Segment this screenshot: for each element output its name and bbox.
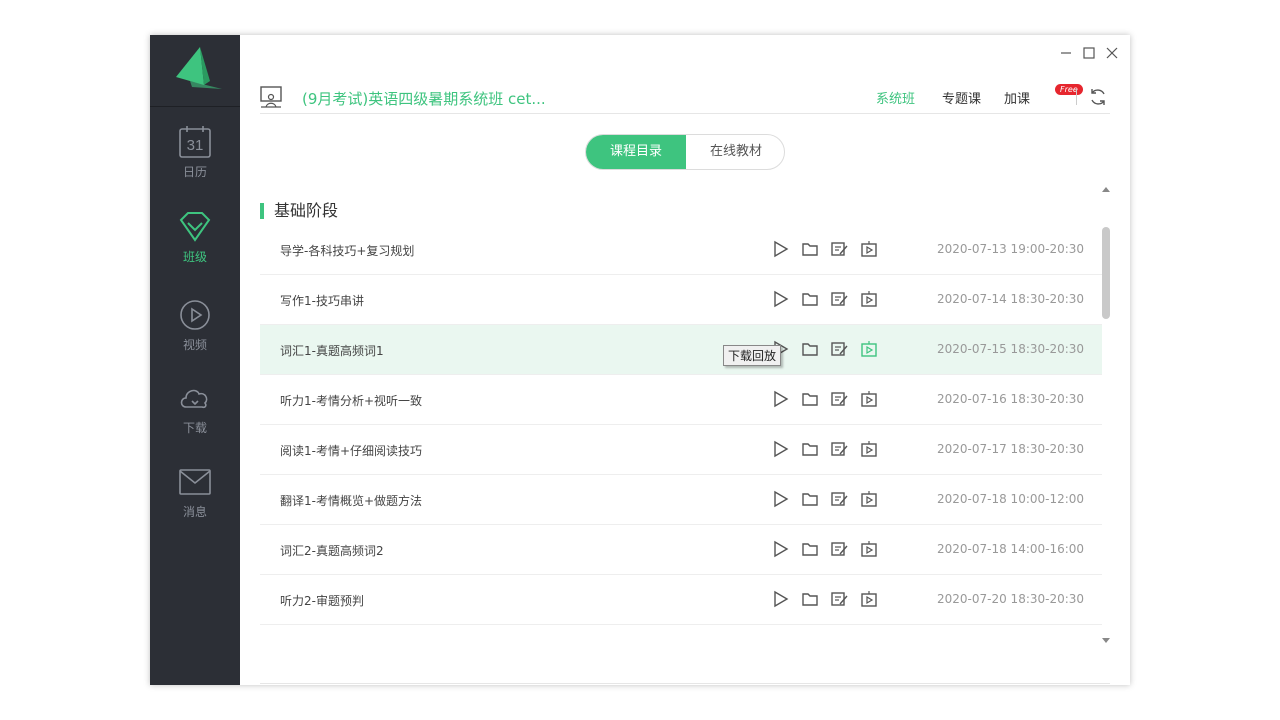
folder-icon[interactable] — [801, 340, 819, 358]
sidebar-item-calendar[interactable]: 31 日历 — [150, 125, 240, 195]
download-replay-icon[interactable] — [860, 290, 878, 308]
tab-system-class[interactable]: 系统班 — [876, 88, 915, 107]
download-replay-icon[interactable] — [860, 590, 878, 608]
divider — [260, 683, 1110, 684]
video-play-icon — [178, 298, 212, 332]
tab-course-catalog[interactable]: 课程目录 — [586, 135, 686, 169]
sidebar-item-label: 班级 — [183, 250, 207, 264]
sidebar-item-messages[interactable]: 消息 — [150, 465, 240, 535]
edit-notes-icon[interactable] — [830, 240, 848, 258]
sidebar-item-label: 消息 — [183, 505, 207, 519]
lesson-row[interactable]: 导学-各科技巧+复习规划 2020-07-13 19:00-20:30 — [260, 225, 1102, 275]
folder-icon[interactable] — [801, 440, 819, 458]
lesson-list: 导学-各科技巧+复习规划 2020-07-13 19:00-20:30 写作1-技巧… — [260, 225, 1102, 645]
edit-notes-icon[interactable] — [830, 390, 848, 408]
sidebar-item-label: 日历 — [183, 165, 207, 179]
edit-notes-icon[interactable] — [830, 290, 848, 308]
folder-icon[interactable] — [801, 590, 819, 608]
free-badge: Free — [1055, 84, 1083, 95]
edit-notes-icon[interactable] — [830, 440, 848, 458]
sidebar: 31 日历 班级 视频 下载 — [150, 35, 240, 685]
lesson-time: 2020-07-17 18:30-20:30 — [937, 442, 1084, 456]
sidebar-item-label: 下载 — [183, 421, 207, 435]
lesson-time: 2020-07-18 10:00-12:00 — [937, 492, 1084, 506]
folder-icon[interactable] — [801, 390, 819, 408]
lesson-name: 写作1-技巧串讲 — [280, 292, 364, 309]
folder-icon[interactable] — [801, 540, 819, 558]
course-header: (9月考试)英语四级暑期系统班 cet... 系统班 专题课 加课 Free — [260, 80, 1110, 114]
play-icon[interactable] — [772, 290, 790, 308]
edit-notes-icon[interactable] — [830, 490, 848, 508]
app-window: 31 日历 班级 视频 下载 — [150, 35, 1130, 685]
scrollbar-thumb[interactable] — [1102, 227, 1110, 319]
tab-topic-class[interactable]: 专题课 — [942, 88, 981, 107]
edit-notes-icon[interactable] — [830, 340, 848, 358]
lesson-row[interactable]: 词汇2-真题高频词2 2020-07-18 14:00-16:00 — [260, 525, 1102, 575]
play-icon[interactable] — [772, 390, 790, 408]
download-replay-icon[interactable] — [860, 540, 878, 558]
lesson-name: 听力1-考情分析+视听一致 — [280, 392, 422, 409]
divider — [1076, 89, 1077, 105]
lesson-time: 2020-07-13 19:00-20:30 — [937, 242, 1084, 256]
lesson-row[interactable]: 听力1-考情分析+视听一致 2020-07-16 18:30-20:30 — [260, 375, 1102, 425]
course-title: (9月考试)英语四级暑期系统班 cet... — [302, 88, 546, 109]
lesson-name: 听力2-审题预判 — [280, 592, 364, 609]
classroom-icon — [260, 85, 284, 109]
lesson-time: 2020-07-20 18:30-20:30 — [937, 592, 1084, 606]
download-replay-icon[interactable] — [860, 390, 878, 408]
sidebar-item-video[interactable]: 视频 — [150, 298, 240, 368]
lesson-time: 2020-07-14 18:30-20:30 — [937, 292, 1084, 306]
lesson-time: 2020-07-15 18:30-20:30 — [937, 342, 1084, 356]
play-icon[interactable] — [772, 540, 790, 558]
folder-icon[interactable] — [801, 290, 819, 308]
scrollbar[interactable] — [1102, 225, 1110, 645]
lesson-name: 词汇1-真题高频词1 — [280, 342, 384, 359]
download-replay-icon[interactable] — [860, 490, 878, 508]
folder-icon[interactable] — [801, 490, 819, 508]
play-icon[interactable] — [772, 490, 790, 508]
sidebar-item-download[interactable]: 下载 — [150, 381, 240, 451]
sidebar-item-label: 视频 — [183, 338, 207, 352]
edit-notes-icon[interactable] — [830, 540, 848, 558]
lesson-row[interactable]: 翻译1-考情概览+做题方法 2020-07-18 10:00-12:00 — [260, 475, 1102, 525]
tab-extra-class[interactable]: 加课 — [1004, 88, 1030, 107]
folder-icon[interactable] — [801, 240, 819, 258]
play-icon[interactable] — [772, 240, 790, 258]
lesson-name: 词汇2-真题高频词2 — [280, 542, 384, 559]
lesson-time: 2020-07-16 18:30-20:30 — [937, 392, 1084, 406]
lesson-row[interactable]: 写作1-技巧串讲 2020-07-14 18:30-20:30 — [260, 275, 1102, 325]
play-icon[interactable] — [772, 590, 790, 608]
sidebar-item-class[interactable]: 班级 — [150, 210, 240, 280]
play-icon[interactable] — [772, 440, 790, 458]
download-replay-icon[interactable] — [860, 240, 878, 258]
app-logo — [150, 35, 240, 107]
lesson-name: 导学-各科技巧+复习规划 — [280, 242, 414, 259]
lesson-name: 翻译1-考情概览+做题方法 — [280, 492, 422, 509]
maximize-icon[interactable] — [1081, 45, 1097, 61]
lesson-time: 2020-07-18 14:00-16:00 — [937, 542, 1084, 556]
lesson-name: 阅读1-考情+仔细阅读技巧 — [280, 442, 422, 459]
class-diamond-icon — [178, 210, 212, 244]
svg-text:31: 31 — [187, 137, 204, 154]
calendar-icon: 31 — [178, 125, 212, 159]
lesson-row[interactable]: 听力2-审题预判 2020-07-20 18:30-20:30 — [260, 575, 1102, 625]
download-replay-icon[interactable] — [860, 340, 878, 358]
download-replay-icon[interactable] — [860, 440, 878, 458]
lesson-row[interactable]: 词汇1-真题高频词1 2020-07-15 18:30-20:30 — [260, 325, 1102, 375]
cloud-download-icon — [178, 381, 212, 415]
close-icon[interactable] — [1104, 45, 1120, 61]
mail-icon — [178, 465, 212, 499]
main-panel: (9月考试)英语四级暑期系统班 cet... 系统班 专题课 加课 Free 课… — [240, 35, 1130, 685]
scroll-up-icon[interactable] — [1102, 186, 1110, 192]
edit-notes-icon[interactable] — [830, 590, 848, 608]
scroll-down-icon[interactable] — [1102, 638, 1110, 644]
lesson-row[interactable]: 阅读1-考情+仔细阅读技巧 2020-07-17 18:30-20:30 — [260, 425, 1102, 475]
refresh-icon[interactable] — [1088, 87, 1108, 107]
download-replay-tooltip: 下载回放 — [723, 345, 781, 366]
section-title: 基础阶段 — [260, 200, 338, 222]
minimize-icon[interactable] — [1058, 45, 1074, 61]
content-tabs: 课程目录 在线教材 — [585, 134, 785, 170]
tab-online-textbook[interactable]: 在线教材 — [686, 135, 785, 169]
